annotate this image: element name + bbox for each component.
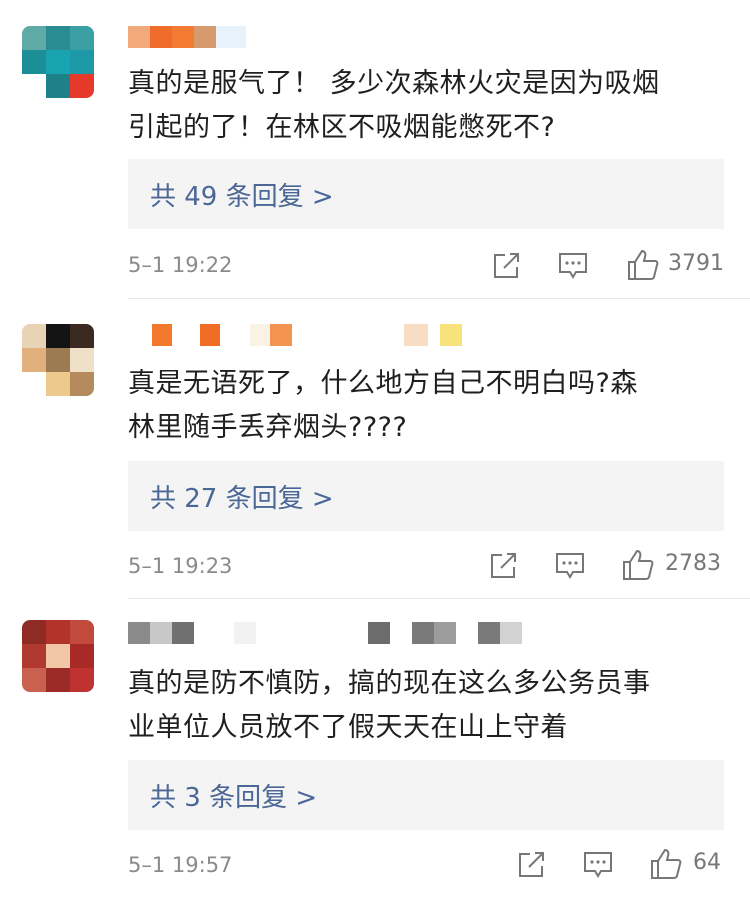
username-redacted[interactable]	[128, 622, 522, 644]
comment-icon[interactable]	[556, 250, 590, 282]
like-icon[interactable]	[625, 247, 661, 283]
comment-item: 真的是服气了！ 多少次森林火灾是因为吸烟 引起的了！在林区不吸烟能憋死不? 共 …	[0, 0, 750, 300]
comment-text: 真的是防不慎防，搞的现在这么多公务员事 业单位人员放不了假天天在山上守着	[128, 668, 651, 743]
reply-count-label: 共 49 条回复 >	[150, 181, 334, 212]
view-replies-button[interactable]: 共 49 条回复 >	[128, 159, 724, 229]
username-redacted[interactable]	[128, 324, 462, 346]
share-icon[interactable]	[515, 849, 547, 881]
share-icon[interactable]	[487, 550, 519, 582]
reply-count-label: 共 3 条回复 >	[150, 782, 318, 813]
comment-time: 5–1 19:22	[128, 253, 233, 277]
comment-text: 真是无语死了，什么地方自己不明白吗?森 林里随手丢弃烟头????	[128, 368, 638, 443]
comment-text: 真的是服气了！ 多少次森林火灾是因为吸烟 引起的了！在林区不吸烟能憋死不?	[128, 68, 660, 143]
like-icon[interactable]	[620, 547, 656, 583]
avatar[interactable]	[22, 620, 94, 692]
comment-time: 5–1 19:23	[128, 554, 233, 578]
avatar[interactable]	[22, 26, 94, 98]
comment-icon[interactable]	[553, 550, 587, 582]
like-count: 3791	[668, 251, 724, 276]
reply-count-label: 共 27 条回复 >	[150, 483, 334, 514]
comment-item: 真的是防不慎防，搞的现在这么多公务员事 业单位人员放不了假天天在山上守着 共 3…	[0, 600, 750, 898]
comment-meta: 5–1 19:57	[128, 845, 724, 885]
like-icon[interactable]	[648, 846, 684, 882]
view-replies-button[interactable]: 共 3 条回复 >	[128, 760, 724, 830]
divider	[128, 598, 750, 599]
like-count: 2783	[665, 551, 721, 576]
username-redacted[interactable]	[128, 26, 246, 48]
comment-item: 真是无语死了，什么地方自己不明白吗?森 林里随手丢弃烟头???? 共 27 条回…	[0, 300, 750, 600]
comment-icon[interactable]	[581, 849, 615, 881]
share-icon[interactable]	[490, 250, 522, 282]
comment-time: 5–1 19:57	[128, 853, 233, 877]
view-replies-button[interactable]: 共 27 条回复 >	[128, 461, 724, 531]
avatar[interactable]	[22, 324, 94, 396]
like-count: 64	[693, 850, 721, 875]
divider	[128, 298, 750, 299]
